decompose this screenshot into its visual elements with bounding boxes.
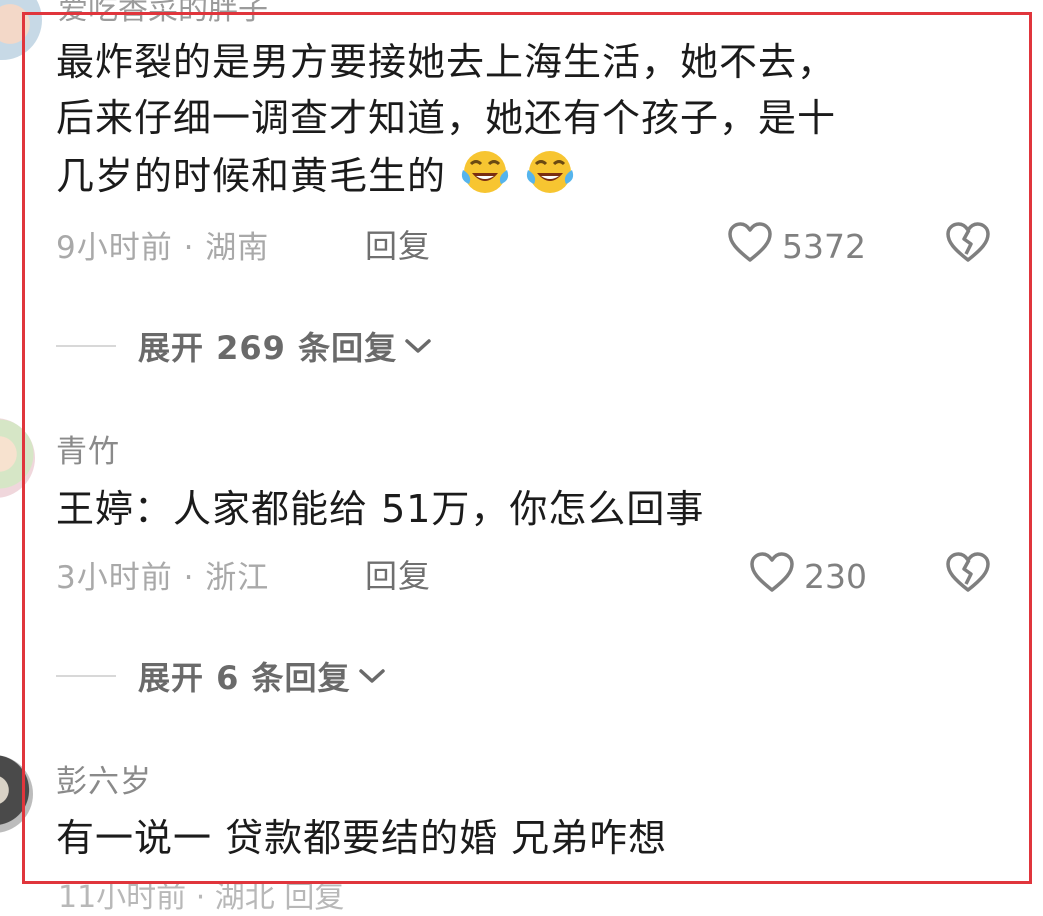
like-button[interactable]: 230 bbox=[748, 550, 867, 602]
like-button[interactable]: 5372 bbox=[726, 220, 866, 272]
comment-line: 最炸裂的是男方要接她去上海生活，她不去， bbox=[56, 40, 837, 84]
avatar[interactable] bbox=[0, 0, 42, 60]
divider bbox=[56, 345, 116, 347]
heart-outline-icon bbox=[748, 550, 796, 602]
expand-replies-button[interactable]: 展开 269 条回复 bbox=[56, 326, 433, 367]
reply-button[interactable]: 回复 bbox=[365, 221, 431, 267]
username[interactable]: 青竹 bbox=[56, 426, 120, 471]
avatar[interactable] bbox=[0, 755, 33, 833]
comment-line: 后来仔细一调查才知道，她还有个孩子，是十 bbox=[56, 96, 837, 140]
laughing-crying-emoji-icon bbox=[459, 146, 511, 211]
divider bbox=[56, 675, 116, 677]
comment-time-location: 9小时前 · 湖南 bbox=[56, 230, 270, 266]
comment-text: 王婷：人家都能给 51万，你怎么回事 bbox=[56, 481, 704, 537]
dislike-button[interactable] bbox=[944, 550, 992, 598]
comment-text: 有一说一 贷款都要结的婚 兄弟咋想 bbox=[56, 810, 736, 866]
like-count: 5372 bbox=[782, 226, 866, 266]
heart-outline-icon bbox=[726, 220, 774, 272]
comment-line: 几岁的时候和黄毛生的 bbox=[56, 154, 447, 198]
comment-text: 最炸裂的是男方要接她去上海生活，她不去， 后来仔细一调查才知道，她还有个孩子，是… bbox=[56, 34, 836, 211]
chevron-down-icon bbox=[357, 666, 387, 686]
expand-replies-label: 展开 269 条回复 bbox=[138, 329, 398, 367]
broken-heart-icon bbox=[944, 222, 992, 268]
username[interactable]: 彭六岁 bbox=[56, 756, 152, 801]
expand-replies-label: 展开 6 条回复 bbox=[138, 659, 351, 697]
laughing-crying-emoji-icon bbox=[524, 146, 576, 211]
comment-line-with-emoji: 几岁的时候和黄毛生的 bbox=[56, 146, 836, 211]
username-cut: 爱吃香菜的胖子 bbox=[58, 0, 268, 27]
comment-line: 有一说一 贷款都要结的婚 兄弟咋想 bbox=[56, 816, 668, 860]
expand-replies-button[interactable]: 展开 6 条回复 bbox=[56, 656, 387, 697]
comment-time-location: 3小时前 · 浙江 bbox=[56, 560, 270, 596]
chevron-down-icon bbox=[403, 336, 433, 356]
like-count: 230 bbox=[804, 556, 867, 596]
reply-button[interactable]: 回复 bbox=[365, 551, 431, 597]
dislike-button[interactable] bbox=[944, 220, 992, 268]
comment-line: 王婷：人家都能给 51万，你怎么回事 bbox=[56, 487, 705, 531]
broken-heart-icon bbox=[944, 552, 992, 598]
comment-time-location-cut: 11小时前 · 湖北 回复 bbox=[58, 880, 345, 915]
avatar[interactable] bbox=[0, 418, 35, 498]
